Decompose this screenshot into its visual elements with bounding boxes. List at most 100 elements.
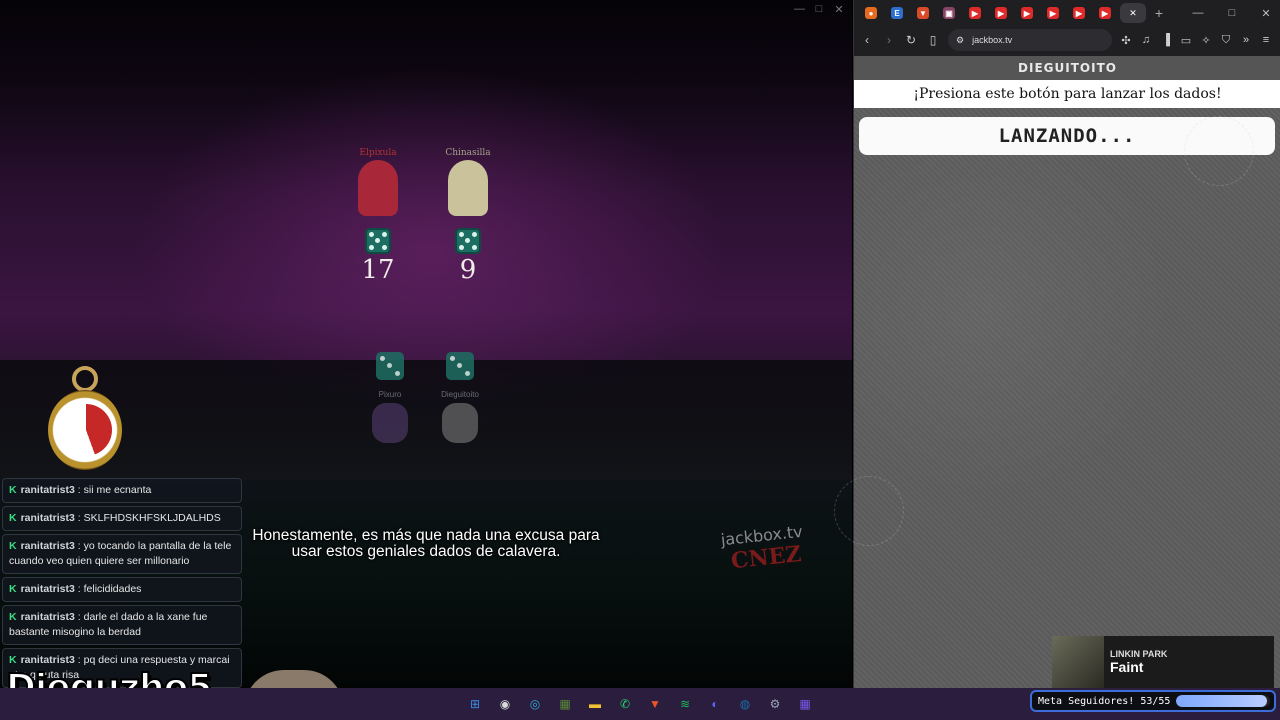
browser-toolbar: ‹ › ↻ ▯ ⚙ jackbox.tv ✣ ♫ ▐ ▭ ✧ ⛉ » ≡ [854,28,1280,52]
browser-window: ● E ▼ ▣ ▶ ▶ ▶ ▶ ▶ ▶ ✕ + — □ ✕ ‹ › ↻ ▯ ⚙ jackbox.tv ✣ ♫… [834,0,1280,688]
browser-maximize-icon[interactable]: □ [1217,7,1247,19]
dice-icon [455,228,481,254]
browser-tab[interactable]: ▶ [1068,3,1090,23]
game-subtitle: Honestamente, es más que nada una excusa… [236,528,616,560]
whatsapp-icon[interactable]: ✆ [614,693,636,715]
browser-tab[interactable]: ▼ [912,3,934,23]
chat-message: Kranitatrist3 : sii me ecnanta [2,478,242,503]
site-info-icon[interactable]: ⚙ [956,35,964,46]
wallet-icon[interactable]: ▭ [1180,34,1192,47]
browser-close-icon[interactable]: ✕ [1251,7,1280,20]
player-name: Elpixula [359,148,397,158]
waiting-player-2: Dieguitoito [430,352,490,443]
artist-name: LINKIN PARK [1110,649,1168,659]
settings-icon[interactable]: ⚙ [764,693,786,715]
stream-chat: Kranitatrist3 : sii me ecnanta Kranitatri… [2,478,242,691]
apps-grid-icon[interactable]: ▦ [794,693,816,715]
chat-text: : sii me ecnanta [74,484,152,496]
e-icon: E [891,7,903,19]
browser-tab[interactable]: ● [860,3,882,23]
extensions-icon[interactable]: ✣ [1120,34,1132,47]
kick-badge-icon: K [9,512,17,524]
browser-minimize-icon[interactable]: — [1183,7,1213,19]
minimize-icon[interactable]: — [794,3,805,16]
player-name: Dieguitoito [441,390,479,399]
browser-tab[interactable]: E [886,3,908,23]
chrome-icon[interactable]: ◉ [494,693,516,715]
chat-username: ranitatrist3 [20,512,75,524]
follower-goal: Meta Seguidores! 53/55 [1030,690,1276,712]
browser-tab[interactable]: ▣ [938,3,960,23]
address-bar[interactable]: ⚙ jackbox.tv [948,29,1112,51]
jackbox-page: DIEGUITOITO ¡Presiona este botón para la… [834,56,1280,688]
reload-icon[interactable]: ↻ [904,33,918,47]
media-icon[interactable]: ♫ [1140,34,1152,46]
youtube-icon: ▶ [1021,7,1033,19]
windows-start-icon[interactable]: ⊞ [464,693,486,715]
youtube-icon: ▶ [1047,7,1059,19]
youtube-icon: ▶ [969,7,981,19]
player-name-bar: DIEGUITOITO [854,56,1280,80]
chat-username: ranitatrist3 [20,484,75,496]
youtube-icon: ▶ [995,7,1007,19]
bookmark-icon[interactable]: ▯ [926,33,940,47]
steam-icon[interactable]: ◍ [734,693,756,715]
player-score: 17 [361,255,395,285]
spotify-icon[interactable]: ≋ [674,693,696,715]
player-avatar [442,403,478,443]
instruction-prompt: ¡Presiona este botón para lanzar los dad… [854,80,1280,108]
player-avatar [448,160,488,216]
brave-icon[interactable]: ▼ [644,693,666,715]
edge-icon[interactable]: ◎ [524,693,546,715]
vpn-shield-icon[interactable]: ⛉ [1220,34,1232,47]
kick-badge-icon: K [9,654,17,666]
dice-icon [365,228,391,254]
cobweb-decoration [834,476,904,546]
kick-badge-icon: K [9,540,17,552]
image-icon: ▣ [943,7,955,19]
maximize-icon[interactable]: □ [814,3,824,16]
player-score: 9 [459,255,477,285]
browser-tab[interactable]: ▶ [1094,3,1116,23]
dice-icon [446,352,474,380]
browser-tab[interactable]: ▶ [1042,3,1064,23]
player-name: Chinasilla [445,148,491,158]
new-tab-icon[interactable]: + [1150,5,1168,21]
menu-icon[interactable]: ≡ [1260,34,1272,46]
browser-tab[interactable]: ▶ [964,3,986,23]
active-tab-close-icon[interactable]: ✕ [1120,3,1146,23]
leo-icon[interactable]: ✧ [1200,34,1212,47]
chat-username: ranitatrist3 [20,654,75,666]
chat-message: Kranitatrist3 : felicididades [2,577,242,602]
chat-text: : felicididades [74,583,142,595]
kick-badge-icon: K [9,484,17,496]
browser-tab[interactable]: ▶ [990,3,1012,23]
youtube-icon: ▶ [1099,7,1111,19]
album-cover [1052,636,1104,688]
timer-clock-icon [46,366,130,478]
goal-progress-bar [1176,695,1270,707]
minecraft-icon[interactable]: ▦ [554,693,576,715]
song-title: Faint [1110,659,1144,675]
sidebar-icon[interactable]: ▐ [1160,34,1172,46]
shield-icon: ▼ [917,7,929,19]
goal-progress-fill [1176,695,1267,707]
chat-message: Kranitatrist3 : SKLFHDSKHFSKLJDALHDS [2,506,242,531]
file-explorer-icon[interactable]: ▬ [584,693,606,715]
close-icon[interactable]: ✕ [834,3,844,16]
firefox-icon: ● [865,7,877,19]
waiting-player-1: Pixuro [360,352,420,443]
chat-text: : SKLFHDSKHFSKLJDALHDS [74,512,221,524]
player-card-1: Elpixula 17 [348,148,408,284]
back-icon[interactable]: ‹ [860,33,874,47]
player-card-2: Chinasilla 9 [438,148,498,284]
more-extensions-icon[interactable]: » [1240,34,1252,46]
player-name: Pixuro [378,390,402,399]
forward-icon[interactable]: › [882,33,896,47]
room-code-watermark: jackbox.tv CNEZ [720,522,806,575]
browser-tab[interactable]: ▶ [1016,3,1038,23]
kick-badge-icon: K [9,611,17,623]
player-avatar [358,160,398,216]
now-playing-widget: LINKIN PARK Faint [1052,636,1274,688]
discord-icon[interactable]: ◐ [704,693,726,715]
